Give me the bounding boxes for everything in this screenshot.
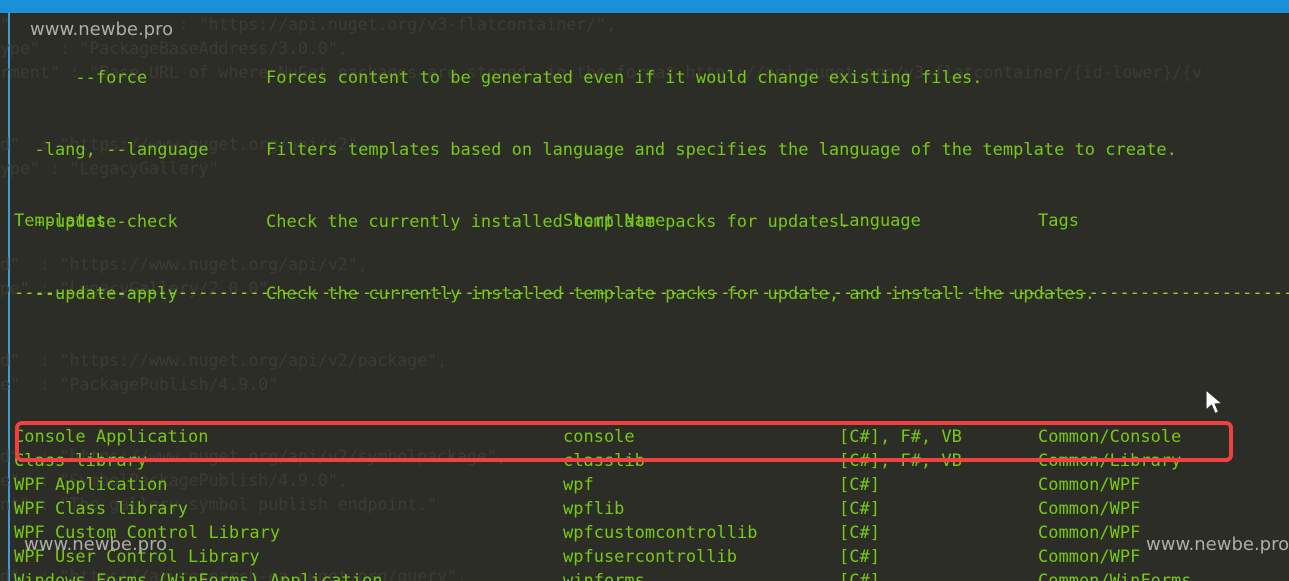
column-header-tags: Tags xyxy=(1038,211,1079,231)
table-row: WPF Applicationwpf[C#]Common/WPF xyxy=(14,473,1289,497)
cell-tags: Common/WPF xyxy=(1038,475,1140,495)
cell-template-name: Console Application xyxy=(14,425,563,449)
column-header-templates: Templates xyxy=(14,209,563,233)
cell-short-name: wpfusercontrollib xyxy=(563,545,839,569)
table-row: WPF User Control Librarywpfusercontrolli… xyxy=(14,545,1289,569)
cell-language: [C#] xyxy=(839,521,1038,545)
templates-table: TemplatesShort NameLanguageTags --------… xyxy=(14,161,1289,581)
table-separator: ----------------------------------------… xyxy=(14,281,1289,305)
option-name: --force xyxy=(14,66,266,90)
option-description: Forces content to be generated even if i… xyxy=(266,68,982,88)
table-row: WPF Custom Control Librarywpfcustomcontr… xyxy=(14,521,1289,545)
window-titlebar[interactable] xyxy=(0,0,1289,13)
cell-short-name: wpf xyxy=(563,473,839,497)
cell-language: [C#], F#, VB xyxy=(839,449,1038,473)
table-row: WPF Class librarywpflib[C#]Common/WPF xyxy=(14,497,1289,521)
cell-tags: Common/WPF xyxy=(1038,547,1140,567)
cell-template-name: WPF Class library xyxy=(14,497,563,521)
option-row: --forceForces content to be generated ev… xyxy=(14,66,1177,90)
option-description: Filters templates based on language and … xyxy=(266,140,1177,160)
cell-tags: Common/Library xyxy=(1038,451,1181,471)
table-row: Windows Forms (WinForms) Applicationwinf… xyxy=(14,569,1289,581)
cell-short-name: console xyxy=(563,425,839,449)
table-spacer xyxy=(14,353,1289,377)
cell-language: [C#] xyxy=(839,569,1038,581)
cell-short-name: wpfcustomcontrollib xyxy=(563,521,839,545)
option-row: -lang, --languageFilters templates based… xyxy=(14,138,1177,162)
cell-short-name: wpflib xyxy=(563,497,839,521)
table-header-row: TemplatesShort NameLanguageTags xyxy=(14,209,1289,233)
table-row: Class libraryclasslib[C#], F#, VBCommon/… xyxy=(14,449,1289,473)
cell-tags: Common/WPF xyxy=(1038,499,1140,519)
cell-language: [C#] xyxy=(839,473,1038,497)
cell-tags: Common/WinForms xyxy=(1038,571,1192,581)
cell-language: [C#], F#, VB xyxy=(839,425,1038,449)
cell-template-name: WPF User Control Library xyxy=(14,545,563,569)
cell-template-name: WPF Custom Control Library xyxy=(14,521,563,545)
table-row: Console Applicationconsole[C#], F#, VBCo… xyxy=(14,425,1289,449)
column-header-language: Language xyxy=(839,209,1038,233)
cell-tags: Common/Console xyxy=(1038,427,1181,447)
cell-short-name: classlib xyxy=(563,449,839,473)
cell-template-name: Windows Forms (WinForms) Application xyxy=(14,569,563,581)
screen-root: " : "https://api.nuget.org/v3-flatcontai… xyxy=(0,0,1289,581)
cell-tags: Common/WPF xyxy=(1038,523,1140,543)
terminal-console[interactable]: --forceForces content to be generated ev… xyxy=(10,13,1289,581)
cell-template-name: Class library xyxy=(14,449,563,473)
cell-language: [C#] xyxy=(839,497,1038,521)
cell-template-name: WPF Application xyxy=(14,473,563,497)
column-header-short-name: Short Name xyxy=(563,209,839,233)
cell-short-name: winforms xyxy=(563,569,839,581)
table-rows-host: Console Applicationconsole[C#], F#, VBCo… xyxy=(14,425,1289,581)
option-name: -lang, --language xyxy=(14,138,266,162)
cell-language: [C#] xyxy=(839,545,1038,569)
